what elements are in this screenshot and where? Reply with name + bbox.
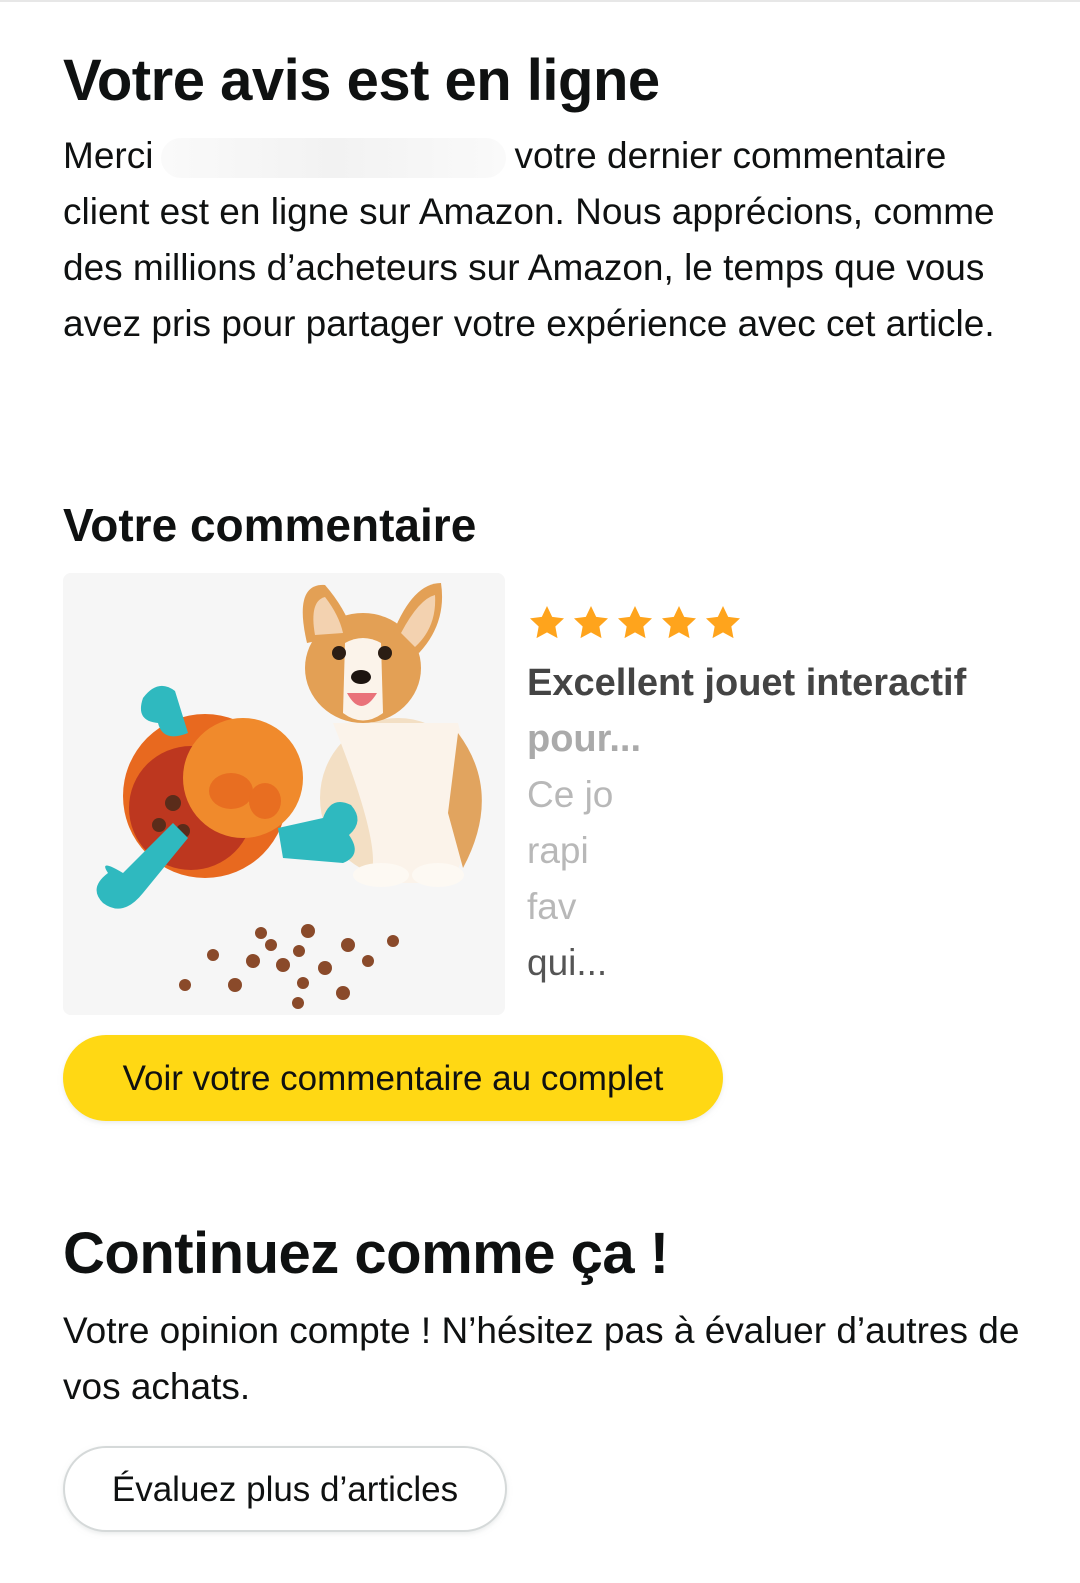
encouragement-title: Continuez comme ça ! xyxy=(63,1221,669,1286)
review-body-line: qui... xyxy=(527,942,608,983)
thanks-text: Merci xyxy=(63,135,154,176)
encouragement-text: Votre opinion compte ! N’hésitez pas à é… xyxy=(63,1310,1020,1407)
star-icon xyxy=(530,606,564,639)
redacted-customer-name xyxy=(161,138,507,179)
dog-treat-toy-image xyxy=(63,573,505,1015)
review-body-line: rapi xyxy=(527,830,589,871)
star-rating xyxy=(527,603,1017,645)
star-icon xyxy=(574,606,608,639)
product-image[interactable] xyxy=(63,573,505,1015)
review-section-heading: Votre commentaire xyxy=(63,499,477,551)
page-title: Votre avis est en ligne xyxy=(63,48,660,113)
confirmation-message: Merci votre dernier commentaire client es… xyxy=(63,128,1023,352)
review-title-line: Excellent jouet interactif xyxy=(527,662,967,704)
review-body: Ce jo rapi fav qui... xyxy=(527,767,1017,991)
review-body-line: fav xyxy=(527,886,577,927)
review-title-line: pour... xyxy=(527,718,641,760)
review-body-line: Ce jo xyxy=(527,774,614,815)
star-icon xyxy=(618,606,652,639)
review-summary: Excellent jouet interactif pour... Ce jo… xyxy=(527,603,1017,991)
top-divider xyxy=(0,0,1080,2)
star-icon xyxy=(662,606,696,639)
review-card[interactable]: Excellent jouet interactif pour... Ce jo… xyxy=(63,573,1023,1015)
review-more-items-button[interactable]: Évaluez plus d’articles xyxy=(63,1446,507,1532)
review-title: Excellent jouet interactif pour... xyxy=(527,655,1017,767)
view-full-review-button[interactable]: Voir votre commentaire au complet xyxy=(63,1035,723,1121)
star-icon xyxy=(706,606,740,639)
